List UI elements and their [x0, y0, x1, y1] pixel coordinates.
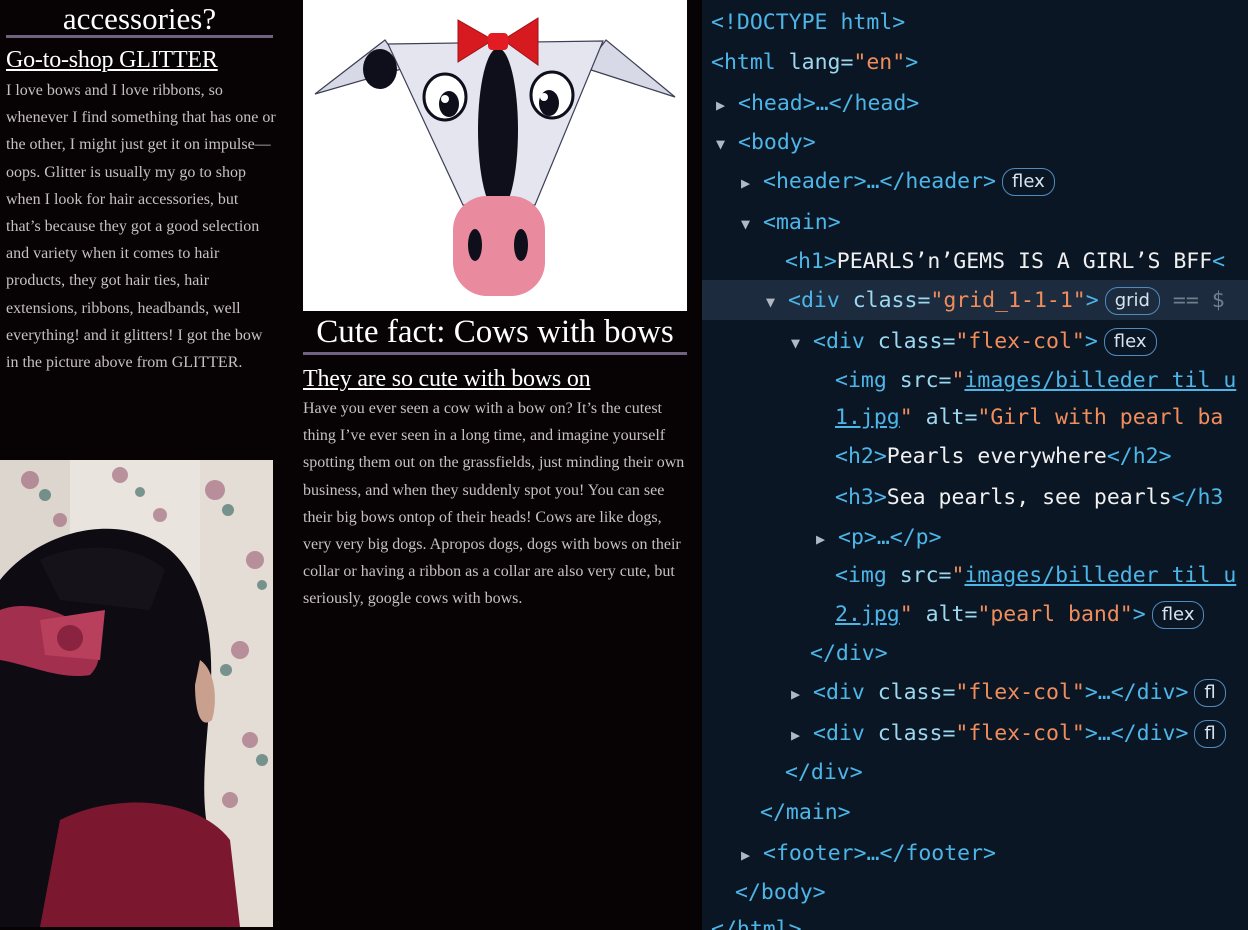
girl-with-bow-photo — [0, 460, 273, 927]
flex-badge[interactable]: fl — [1194, 679, 1226, 707]
expand-arrow-icon[interactable]: ▶ — [816, 519, 838, 559]
dom-node-img-2-cont[interactable]: 2.jpg" alt="pearl band"> flex — [835, 595, 1205, 635]
section-subheading: They are so cute with bows on — [303, 366, 591, 392]
dom-node-div-flexcol[interactable]: ▼ <div class="flex-col"> flex — [791, 322, 1157, 362]
dom-node-div-grid-close[interactable]: </div> — [785, 753, 863, 793]
cow-with-bow-illustration — [303, 0, 687, 311]
dom-node-html-close[interactable]: </html> — [711, 910, 802, 930]
dom-node-div-flexcol-2[interactable]: ▶ <div class="flex-col">…</div> fl — [791, 673, 1226, 713]
devtools-elements-panel[interactable]: <!DOCTYPE html> <html lang="en"> ▶ <head>… — [702, 0, 1248, 930]
webpage-viewport: accessories? Go-to-shop GLITTER I love b… — [0, 0, 702, 930]
collapse-arrow-icon[interactable]: ▼ — [716, 124, 738, 164]
collapse-arrow-icon[interactable]: ▼ — [791, 323, 813, 363]
section-subheading: Go-to-shop GLITTER — [6, 47, 218, 73]
flex-badge[interactable]: flex — [1002, 168, 1055, 196]
dom-node-header[interactable]: ▶ <header>…</header> flex — [741, 162, 1055, 202]
section-heading: accessories? — [6, 0, 273, 38]
expand-arrow-icon[interactable]: ▶ — [716, 85, 738, 125]
flex-badge[interactable]: fl — [1194, 720, 1226, 748]
section-paragraph: Have you ever seen a cow with a bow on? … — [303, 400, 685, 608]
collapse-arrow-icon[interactable]: ▼ — [766, 282, 788, 322]
dom-node-main-close[interactable]: </main> — [760, 793, 851, 833]
expand-arrow-icon[interactable]: ▶ — [741, 835, 763, 875]
flex-badge[interactable]: flex — [1151, 601, 1205, 629]
expand-arrow-icon[interactable]: ▶ — [741, 163, 763, 203]
section-paragraph: I love bows and I love ribbons, so whene… — [6, 82, 276, 372]
dom-node-h3[interactable]: <h3>Sea pearls, see pearls</h3 — [835, 478, 1223, 518]
dom-node-div-grid[interactable]: ▼ <div class="grid_1-1-1"> grid == $ — [766, 281, 1225, 321]
dom-node-footer[interactable]: ▶ <footer>…</footer> — [741, 834, 996, 874]
dom-node-div-close[interactable]: </div> — [810, 634, 888, 674]
dom-node-html[interactable]: <html lang="en"> — [711, 43, 918, 83]
dom-node-h2[interactable]: <h2>Pearls everywhere</h2> — [835, 437, 1172, 477]
dom-node-doctype[interactable]: <!DOCTYPE html> — [711, 3, 905, 43]
grid-badge[interactable]: grid — [1104, 287, 1160, 315]
dom-node-h1[interactable]: <h1>PEARLS’n’GEMS IS A GIRL’S BFF< — [785, 242, 1225, 282]
expand-arrow-icon[interactable]: ▶ — [791, 674, 813, 714]
section-heading: Cute fact: Cows with bows — [303, 313, 687, 355]
dom-node-head[interactable]: ▶ <head>…</head> — [716, 84, 919, 124]
expand-arrow-icon[interactable]: ▶ — [791, 715, 813, 755]
dom-node-main[interactable]: ▼ <main> — [741, 203, 841, 243]
dom-node-img-1-cont[interactable]: 1.jpg" alt="Girl with pearl ba — [835, 398, 1223, 438]
flex-badge[interactable]: flex — [1103, 328, 1157, 356]
dom-node-body-close[interactable]: </body> — [735, 873, 826, 913]
dom-node-img-2[interactable]: <img src="images/billeder til u — [835, 556, 1236, 596]
dom-node-p[interactable]: ▶ <p>…</p> — [816, 518, 942, 558]
collapse-arrow-icon[interactable]: ▼ — [741, 204, 763, 244]
dom-node-img-1[interactable]: <img src="images/billeder til u — [835, 361, 1236, 401]
dom-node-div-flexcol-3[interactable]: ▶ <div class="flex-col">…</div> fl — [791, 714, 1226, 754]
dom-node-body[interactable]: ▼ <body> — [716, 123, 816, 163]
